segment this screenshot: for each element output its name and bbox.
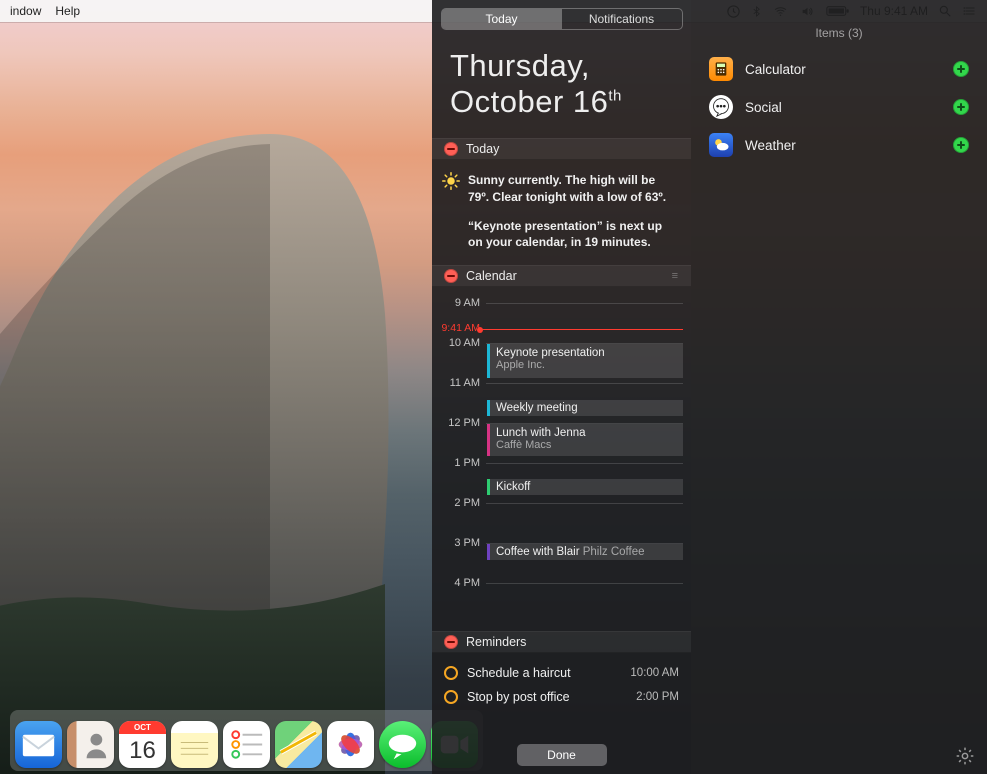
- weather-summary: Sunny currently. The high will be 79º. C…: [468, 172, 677, 206]
- nc-tabs: Today Notifications: [441, 8, 683, 30]
- calendar-event[interactable]: Kickoff: [487, 479, 683, 495]
- dock-app-reminders[interactable]: [223, 721, 270, 768]
- hour-label: 11 AM: [432, 377, 486, 389]
- items-row-label: Social: [745, 100, 782, 115]
- hour-label: 1 PM: [432, 457, 486, 469]
- nc-weekday: Thursday,: [450, 48, 673, 84]
- section-title: Calendar: [466, 269, 517, 283]
- items-row-weather[interactable]: Weather: [691, 126, 987, 164]
- notification-center: Today Notifications Thursday, October 16…: [432, 0, 691, 774]
- hour-label: 9 AM: [432, 297, 486, 309]
- remove-icon[interactable]: [444, 269, 458, 283]
- calendar-widget: 9 AM 10 AM 11 AM 12 PM 1 PM 2 PM 3 PM 4 …: [432, 287, 691, 631]
- dock-app-contacts[interactable]: [67, 721, 114, 768]
- dock-app-notes[interactable]: [171, 721, 218, 768]
- hour-label: 10 AM: [432, 337, 486, 349]
- done-button[interactable]: Done: [517, 744, 607, 766]
- dock-calendar-day: 16: [119, 734, 166, 768]
- section-title: Reminders: [466, 635, 526, 649]
- dock-app-calendar[interactable]: OCT 16: [119, 721, 166, 768]
- calendar-event[interactable]: Coffee with Blair Philz Coffee: [487, 544, 683, 560]
- dock: OCT 16: [10, 710, 483, 771]
- event-title: Coffee with Blair: [496, 546, 580, 558]
- today-widget-body: Sunny currently. The high will be 79º. C…: [432, 160, 691, 265]
- reminder-checkbox[interactable]: [444, 666, 458, 680]
- event-title: Lunch with Jenna: [496, 427, 677, 439]
- items-row-label: Weather: [745, 138, 796, 153]
- items-header: Items (3): [691, 0, 987, 50]
- calendar-event[interactable]: Weekly meeting: [487, 400, 683, 416]
- reminder-title: Stop by post office: [467, 690, 570, 704]
- reminder-item[interactable]: Schedule a haircut 10:00 AM: [444, 661, 679, 685]
- nc-month-day: October 16: [450, 84, 608, 119]
- event-location: Apple Inc.: [496, 359, 677, 371]
- items-row-label: Calculator: [745, 62, 806, 77]
- dock-app-messages[interactable]: [379, 721, 426, 768]
- reminder-time: 10:00 AM: [630, 667, 679, 679]
- dock-app-photos[interactable]: [327, 721, 374, 768]
- menubar-item-help[interactable]: Help: [55, 0, 80, 22]
- hour-label: 2 PM: [432, 497, 486, 509]
- section-header-calendar[interactable]: Calendar ≡: [432, 265, 691, 287]
- weather-icon: [709, 133, 733, 157]
- dock-app-mail[interactable]: [15, 721, 62, 768]
- calendar-event[interactable]: Lunch with Jenna Caffè Macs: [487, 424, 683, 456]
- dock-app-maps[interactable]: [275, 721, 322, 768]
- reminder-time: 2:00 PM: [636, 691, 679, 703]
- event-title: Kickoff: [496, 481, 530, 493]
- items-row-calculator[interactable]: Calculator: [691, 50, 987, 88]
- nc-date-suffix: th: [608, 88, 622, 105]
- menubar-item-window[interactable]: indow: [10, 0, 41, 22]
- reminder-item[interactable]: Stop by post office 2:00 PM: [444, 685, 679, 709]
- tab-notifications[interactable]: Notifications: [562, 9, 682, 29]
- add-icon[interactable]: [953, 99, 969, 115]
- remove-icon[interactable]: [444, 635, 458, 649]
- gear-icon[interactable]: [955, 746, 975, 766]
- section-title: Today: [466, 142, 499, 156]
- remove-icon[interactable]: [444, 142, 458, 156]
- sun-icon: [442, 172, 460, 190]
- nc-date-header: Thursday, October 16th: [432, 34, 691, 138]
- dock-calendar-month: OCT: [119, 721, 166, 734]
- add-icon[interactable]: [953, 137, 969, 153]
- event-location: Caffè Macs: [496, 439, 677, 451]
- drag-handle-icon[interactable]: ≡: [672, 270, 679, 282]
- section-header-today[interactable]: Today: [432, 138, 691, 160]
- reminders-widget: Schedule a haircut 10:00 AM Stop by post…: [432, 653, 691, 719]
- calendar-event[interactable]: Keynote presentation Apple Inc.: [487, 344, 683, 378]
- reminder-title: Schedule a haircut: [467, 666, 571, 680]
- widgets-items-pane: Items (3) Calculator Social Weather: [691, 0, 987, 774]
- event-title: Weekly meeting: [496, 402, 578, 414]
- add-icon[interactable]: [953, 61, 969, 77]
- reminder-checkbox[interactable]: [444, 690, 458, 704]
- hour-label: 4 PM: [432, 577, 486, 589]
- items-row-social[interactable]: Social: [691, 88, 987, 126]
- event-location: Philz Coffee: [583, 546, 645, 558]
- calculator-icon: [709, 57, 733, 81]
- nc-date: October 16th: [450, 84, 673, 120]
- social-icon: [709, 95, 733, 119]
- hour-label: 12 PM: [432, 417, 486, 429]
- section-header-reminders[interactable]: Reminders: [432, 631, 691, 653]
- calendar-now-line: [482, 329, 683, 330]
- event-title: Keynote presentation: [496, 347, 677, 359]
- tab-today[interactable]: Today: [442, 9, 562, 29]
- hour-label: 3 PM: [432, 537, 486, 549]
- next-event-summary: “Keynote presentation” is next up on you…: [468, 218, 677, 252]
